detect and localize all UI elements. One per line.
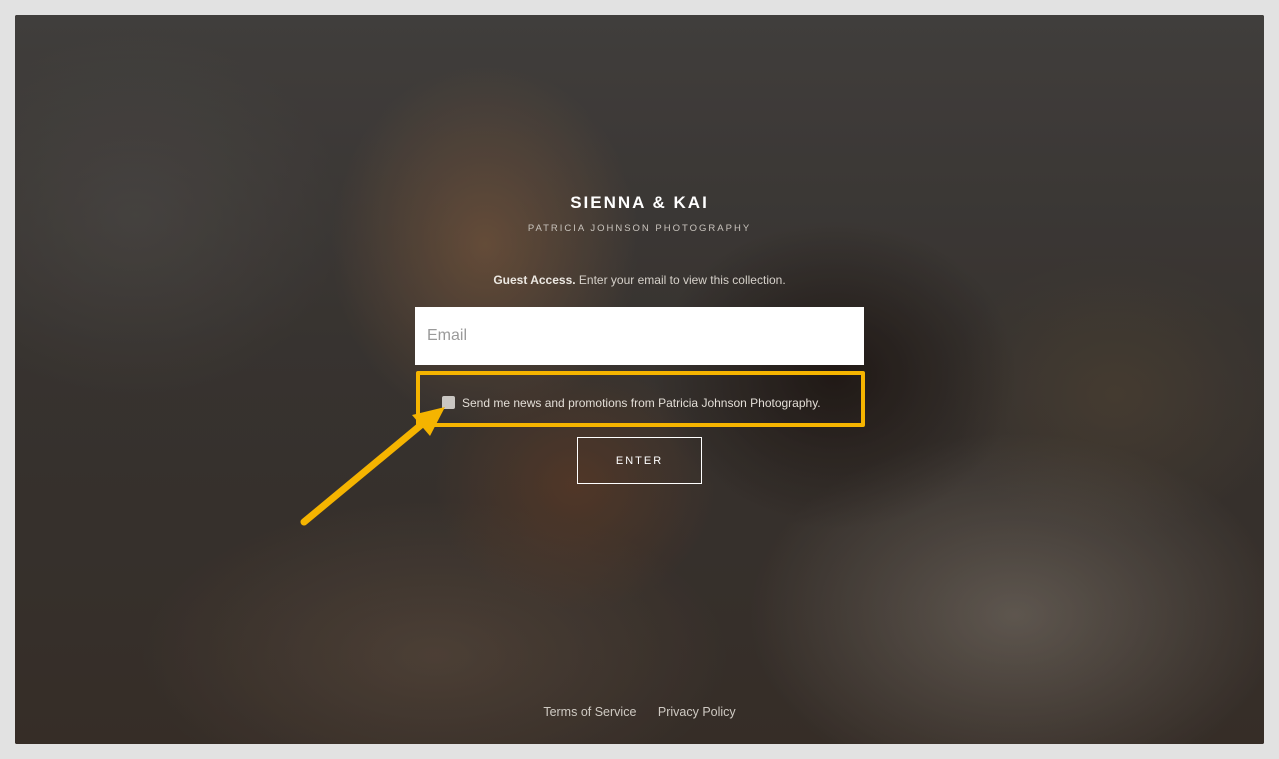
login-panel: SIENNA & KAI PATRICIA JOHNSON PHOTOGRAPH… [15, 15, 1264, 744]
guest-access-text: Guest Access. Enter your email to view t… [15, 273, 1264, 287]
newsletter-consent[interactable]: Send me news and promotions from Patrici… [442, 395, 821, 410]
enter-button[interactable]: ENTER [577, 437, 702, 484]
privacy-policy-link[interactable]: Privacy Policy [658, 705, 736, 719]
newsletter-checkbox[interactable] [442, 396, 455, 409]
gallery-title: SIENNA & KAI [570, 193, 709, 212]
terms-of-service-link[interactable]: Terms of Service [543, 705, 636, 719]
guest-access-instructions: Enter your email to view this collection… [575, 273, 786, 287]
footer-links: Terms of Service Privacy Policy [15, 705, 1264, 719]
email-input[interactable] [415, 307, 864, 365]
newsletter-consent-label: Send me news and promotions from Patrici… [462, 395, 821, 410]
gallery-login-screen: SIENNA & KAI PATRICIA JOHNSON PHOTOGRAPH… [15, 15, 1264, 744]
photographer-name: PATRICIA JOHNSON PHOTOGRAPHY [527, 223, 752, 234]
guest-access-label: Guest Access. [493, 273, 576, 287]
